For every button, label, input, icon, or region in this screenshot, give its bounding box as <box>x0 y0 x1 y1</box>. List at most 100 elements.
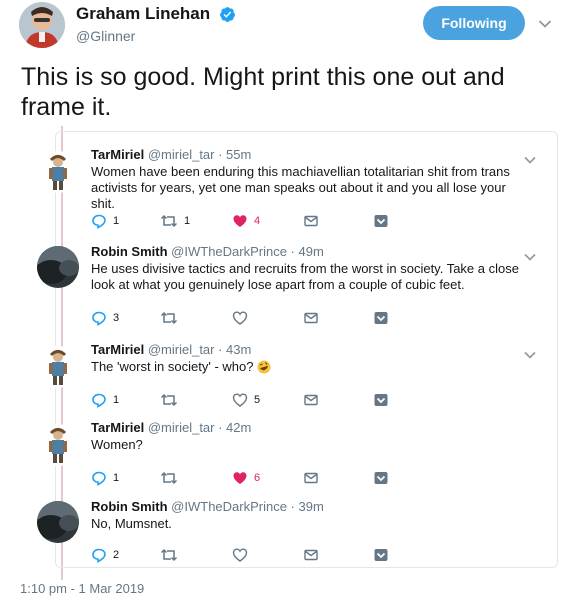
reply-count: 2 <box>113 549 120 561</box>
reply-header: TarMiriel @miriel_tar · 42m <box>91 420 251 435</box>
reply-author-name[interactable]: TarMiriel <box>91 420 144 435</box>
envelope-icon <box>304 215 318 227</box>
reply-handle-time[interactable]: @miriel_tar · 42m <box>148 420 252 435</box>
author-handle[interactable]: @Glinner <box>76 28 236 44</box>
like-button[interactable]: 5 <box>232 392 260 408</box>
thread-reply[interactable]: TarMiriel @miriel_tar · 55m Women have b… <box>37 147 559 233</box>
thread-reply[interactable]: Robin Smith @IWTheDarkPrince · 49m He us… <box>37 244 559 330</box>
hide-reply-button[interactable] <box>373 310 389 326</box>
retweet-icon <box>160 214 178 228</box>
hide-reply-icon <box>374 394 388 406</box>
reply-handle-time[interactable]: @IWTheDarkPrince · 49m <box>171 244 324 259</box>
envelope-icon <box>304 312 318 324</box>
reply-author-name[interactable]: TarMiriel <box>91 342 144 357</box>
reply-avatar[interactable] <box>37 151 79 193</box>
chevron-down-icon[interactable] <box>538 16 552 28</box>
retweet-button[interactable] <box>160 310 184 326</box>
retweet-button[interactable] <box>160 547 184 563</box>
hide-reply-button[interactable] <box>373 547 389 563</box>
reply-actions: 3 <box>91 310 411 326</box>
reply-actions: 1 6 <box>91 470 411 486</box>
reply-count: 1 <box>113 472 120 484</box>
author-display-name[interactable]: Graham Linehan <box>76 4 210 24</box>
reply-author-name[interactable]: TarMiriel <box>91 147 144 162</box>
reply-count: 3 <box>113 312 120 324</box>
retweet-button[interactable] <box>160 392 184 408</box>
reply-actions: 1 5 <box>91 392 411 408</box>
reply-button[interactable]: 1 <box>91 213 119 229</box>
reply-count: 1 <box>113 394 120 406</box>
like-count: 5 <box>254 394 261 406</box>
thread-reply[interactable]: TarMiriel @miriel_tar · 43m The 'worst i… <box>37 342 559 412</box>
reply-header: Robin Smith @IWTheDarkPrince · 39m <box>91 499 324 514</box>
reply-handle-time[interactable]: @miriel_tar · 43m <box>148 342 252 357</box>
hide-reply-button[interactable] <box>373 213 389 229</box>
reply-button[interactable]: 1 <box>91 392 119 408</box>
reply-icon <box>92 393 106 408</box>
retweet-button[interactable] <box>160 470 184 486</box>
heart-icon <box>232 311 248 325</box>
tweet-header: Graham Linehan @Glinner Following <box>19 2 559 52</box>
reply-text: Women? <box>91 437 143 452</box>
reply-button[interactable]: 1 <box>91 470 119 486</box>
reply-avatar[interactable] <box>37 346 79 388</box>
rolling-laughing-emoji-icon <box>257 360 271 374</box>
author-avatar[interactable] <box>19 2 65 48</box>
hide-reply-icon <box>374 215 388 227</box>
envelope-icon <box>304 549 318 561</box>
dm-button[interactable] <box>303 310 319 326</box>
retweet-count: 1 <box>184 215 191 227</box>
chevron-down-icon[interactable] <box>524 346 536 359</box>
tweet-text: This is so good. Might print this one ou… <box>21 63 505 121</box>
like-button[interactable]: 4 <box>232 213 260 229</box>
reply-button[interactable]: 3 <box>91 310 119 326</box>
reply-handle-time[interactable]: @miriel_tar · 55m <box>148 147 252 162</box>
like-button[interactable]: 6 <box>232 470 260 486</box>
heart-icon <box>233 215 247 227</box>
dm-button[interactable] <box>303 470 319 486</box>
chevron-down-icon[interactable] <box>524 248 536 261</box>
like-count: 4 <box>254 215 261 227</box>
reply-handle-time[interactable]: @IWTheDarkPrince · 39m <box>171 499 324 514</box>
reply-text: He uses divisive tactics and recruits fr… <box>91 261 519 292</box>
dm-button[interactable] <box>303 392 319 408</box>
retweet-icon <box>160 471 178 485</box>
thread-reply[interactable]: TarMiriel @miriel_tar · 42m Women? 1 6 <box>37 420 559 490</box>
heart-icon <box>233 472 247 484</box>
reply-avatar[interactable] <box>37 501 79 543</box>
author-name-block: Graham Linehan @Glinner <box>76 4 236 44</box>
thread-reply[interactable]: Robin Smith @IWTheDarkPrince · 39m No, M… <box>37 499 559 569</box>
like-button[interactable] <box>232 310 254 326</box>
reply-icon <box>92 548 106 563</box>
like-button[interactable] <box>232 547 254 563</box>
hide-reply-button[interactable] <box>373 470 389 486</box>
embedded-thread[interactable]: TarMiriel @miriel_tar · 55m Women have b… <box>37 131 559 569</box>
reply-header: TarMiriel @miriel_tar · 43m <box>91 342 251 357</box>
tweet-timestamp[interactable]: 1:10 pm - 1 Mar 2019 <box>20 581 144 596</box>
heart-icon <box>232 393 248 407</box>
hide-reply-button[interactable] <box>373 392 389 408</box>
retweet-icon <box>160 311 178 325</box>
reply-button[interactable]: 2 <box>91 547 119 563</box>
dm-button[interactable] <box>303 547 319 563</box>
hide-reply-icon <box>374 549 388 561</box>
retweet-icon <box>160 393 178 407</box>
dm-button[interactable] <box>303 213 319 229</box>
reply-avatar[interactable] <box>37 246 79 288</box>
like-count: 6 <box>254 472 261 484</box>
reply-icon <box>92 311 106 326</box>
following-button[interactable]: Following <box>423 6 525 40</box>
reply-author-name[interactable]: Robin Smith <box>91 499 168 514</box>
reply-actions: 2 <box>91 547 411 563</box>
envelope-icon <box>304 472 318 484</box>
reply-icon <box>92 214 106 229</box>
hide-reply-icon <box>374 472 388 484</box>
retweet-button[interactable]: 1 <box>160 213 190 229</box>
reply-avatar[interactable] <box>37 424 79 466</box>
chevron-down-icon[interactable] <box>524 151 536 164</box>
reply-author-name[interactable]: Robin Smith <box>91 244 168 259</box>
envelope-icon <box>304 394 318 406</box>
verified-badge-icon <box>219 6 236 23</box>
reply-text: The 'worst in society' - who? <box>91 359 531 375</box>
reply-count: 1 <box>113 215 120 227</box>
